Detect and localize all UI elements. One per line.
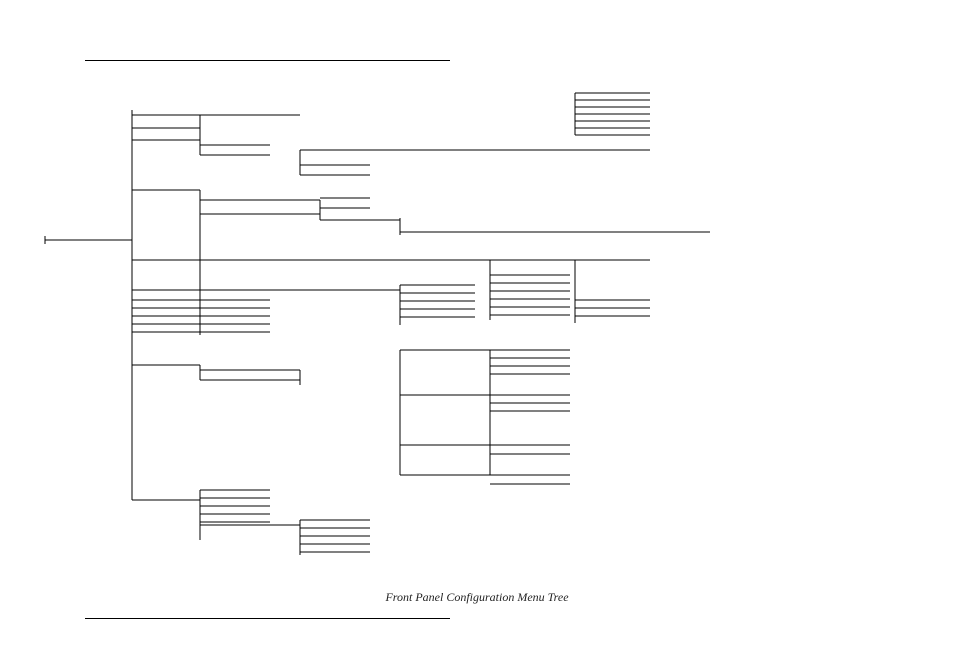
page: Front Panel Configuration Menu Tree bbox=[0, 0, 954, 656]
menu-tree-diagram bbox=[0, 0, 954, 656]
footer-rule bbox=[85, 618, 450, 619]
figure-caption: Front Panel Configuration Menu Tree bbox=[0, 590, 954, 605]
